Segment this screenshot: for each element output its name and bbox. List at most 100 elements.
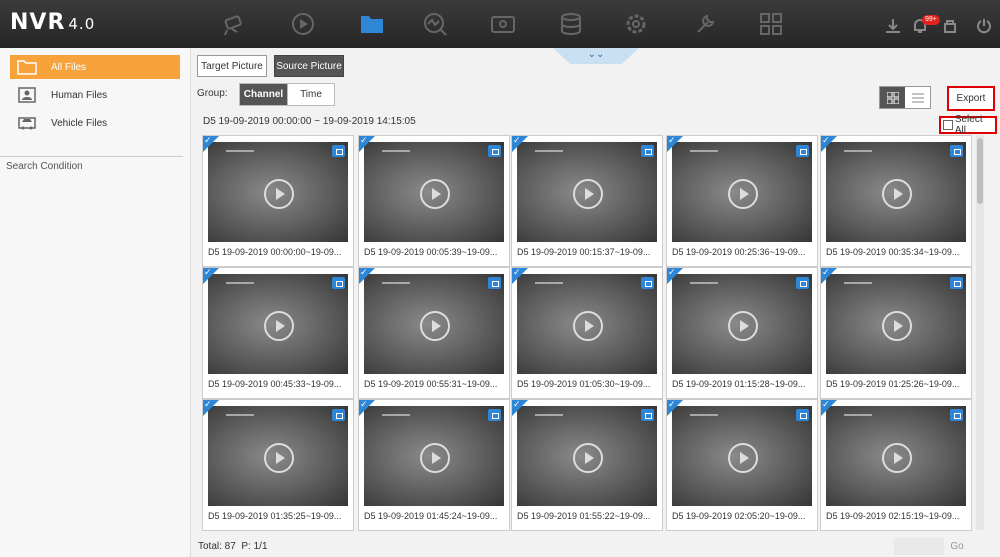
play-icon[interactable] (728, 179, 758, 209)
power-icon[interactable] (975, 17, 993, 35)
lock-icon[interactable] (950, 409, 963, 421)
lock-icon[interactable] (641, 277, 654, 289)
file-caption: D5 19-09-2019 01:55:22~19-09... (517, 511, 651, 521)
playback-icon[interactable] (288, 9, 318, 39)
export-button[interactable]: Export (947, 86, 995, 111)
storage-icon[interactable] (556, 9, 586, 39)
file-card[interactable]: ✓ D5 19-09-2019 00:00:00~19-09... (202, 135, 354, 267)
multi-view-icon[interactable] (756, 9, 786, 39)
select-all-checkbox[interactable]: Select All (939, 114, 997, 136)
lock-icon[interactable] (641, 409, 654, 421)
lock-icon[interactable] (488, 277, 501, 289)
user-lock-icon[interactable] (941, 17, 959, 35)
play-icon[interactable] (420, 443, 450, 473)
file-card[interactable]: ✓ D5 19-09-2019 01:55:22~19-09... (511, 399, 663, 531)
sidebar-item-label: Vehicle Files (51, 117, 108, 129)
thumbnail (672, 142, 812, 242)
play-icon[interactable] (420, 179, 450, 209)
selected-check-icon[interactable]: ✓ (359, 135, 375, 152)
play-icon[interactable] (882, 443, 912, 473)
play-icon[interactable] (420, 311, 450, 341)
selected-check-icon[interactable]: ✓ (821, 267, 837, 284)
scrollbar[interactable] (976, 135, 984, 530)
source-picture-button[interactable]: Source Picture (274, 55, 344, 77)
play-icon[interactable] (264, 443, 294, 473)
selected-check-icon[interactable]: ✓ (203, 399, 219, 416)
play-icon[interactable] (882, 311, 912, 341)
vehicle-icon (18, 117, 36, 130)
smart-analysis-icon[interactable] (420, 9, 450, 39)
sidebar-item-label: Human Files (51, 89, 108, 101)
file-card[interactable]: ✓ D5 19-09-2019 00:05:39~19-09... (358, 135, 510, 267)
play-icon[interactable] (728, 443, 758, 473)
play-icon[interactable] (264, 179, 294, 209)
maintenance-icon[interactable] (690, 9, 720, 39)
selected-check-icon[interactable]: ✓ (667, 267, 683, 284)
play-icon[interactable] (573, 311, 603, 341)
footer-status: Total: 87 P: 1/1 (198, 541, 268, 552)
camera-live-icon[interactable] (220, 9, 250, 39)
scrollbar-thumb[interactable] (977, 138, 983, 204)
lock-icon[interactable] (796, 409, 809, 421)
file-management-icon[interactable] (357, 9, 387, 39)
file-card[interactable]: ✓ D5 19-09-2019 00:15:37~19-09... (511, 135, 663, 267)
download-icon[interactable] (884, 17, 902, 35)
file-card[interactable]: ✓ D5 19-09-2019 01:45:24~19-09... (358, 399, 510, 531)
lock-icon[interactable] (950, 145, 963, 157)
group-channel-toggle[interactable]: Channel (239, 83, 288, 106)
file-card[interactable]: ✓ D5 19-09-2019 00:25:36~19-09... (666, 135, 818, 267)
video-icon[interactable] (488, 9, 518, 39)
app-version: 4.0 (68, 15, 96, 33)
file-card[interactable]: ✓ D5 19-09-2019 00:55:31~19-09... (358, 267, 510, 399)
lock-icon[interactable] (332, 277, 345, 289)
selected-check-icon[interactable]: ✓ (203, 267, 219, 284)
settings-icon[interactable] (621, 9, 651, 39)
selected-check-icon[interactable]: ✓ (512, 135, 528, 152)
file-card[interactable]: ✓ D5 19-09-2019 00:45:33~19-09... (202, 267, 354, 399)
sidebar-item-vehicle-files[interactable]: Vehicle Files (10, 111, 180, 135)
search-condition-heading[interactable]: Search Condition (6, 161, 83, 172)
play-icon[interactable] (573, 179, 603, 209)
selected-check-icon[interactable]: ✓ (512, 267, 528, 284)
collapse-handle[interactable]: ⌄⌄ (553, 48, 639, 64)
app-name: NVR (10, 10, 66, 35)
lock-icon[interactable] (950, 277, 963, 289)
file-card[interactable]: ✓ D5 19-09-2019 01:25:26~19-09... (820, 267, 972, 399)
file-card[interactable]: ✓ D5 19-09-2019 01:05:30~19-09... (511, 267, 663, 399)
sidebar-item-human-files[interactable]: Human Files (10, 83, 180, 107)
play-icon[interactable] (573, 443, 603, 473)
selected-check-icon[interactable]: ✓ (359, 267, 375, 284)
play-icon[interactable] (882, 179, 912, 209)
person-icon (18, 87, 36, 103)
lock-icon[interactable] (332, 145, 345, 157)
group-time-toggle[interactable]: Time (287, 83, 335, 106)
page-input[interactable] (894, 538, 944, 555)
lock-icon[interactable] (796, 145, 809, 157)
selected-check-icon[interactable]: ✓ (667, 399, 683, 416)
lock-icon[interactable] (796, 277, 809, 289)
file-caption: D5 19-09-2019 00:35:34~19-09... (826, 247, 960, 257)
selected-check-icon[interactable]: ✓ (512, 399, 528, 416)
play-icon[interactable] (728, 311, 758, 341)
sidebar-item-all-files[interactable]: All Files (10, 55, 180, 79)
file-caption: D5 19-09-2019 01:25:26~19-09... (826, 379, 960, 389)
selected-check-icon[interactable]: ✓ (203, 135, 219, 152)
target-picture-button[interactable]: Target Picture (197, 55, 267, 77)
grid-view-icon[interactable] (880, 87, 905, 108)
selected-check-icon[interactable]: ✓ (359, 399, 375, 416)
go-button[interactable]: Go (946, 538, 968, 555)
file-card[interactable]: ✓ D5 19-09-2019 02:05:20~19-09... (666, 399, 818, 531)
selected-check-icon[interactable]: ✓ (667, 135, 683, 152)
lock-icon[interactable] (332, 409, 345, 421)
file-card[interactable]: ✓ D5 19-09-2019 02:15:19~19-09... (820, 399, 972, 531)
selected-check-icon[interactable]: ✓ (821, 135, 837, 152)
lock-icon[interactable] (488, 409, 501, 421)
play-icon[interactable] (264, 311, 294, 341)
file-card[interactable]: ✓ D5 19-09-2019 00:35:34~19-09... (820, 135, 972, 267)
file-card[interactable]: ✓ D5 19-09-2019 01:15:28~19-09... (666, 267, 818, 399)
list-view-icon[interactable] (905, 87, 930, 108)
selected-check-icon[interactable]: ✓ (821, 399, 837, 416)
lock-icon[interactable] (641, 145, 654, 157)
file-card[interactable]: ✓ D5 19-09-2019 01:35:25~19-09... (202, 399, 354, 531)
lock-icon[interactable] (488, 145, 501, 157)
